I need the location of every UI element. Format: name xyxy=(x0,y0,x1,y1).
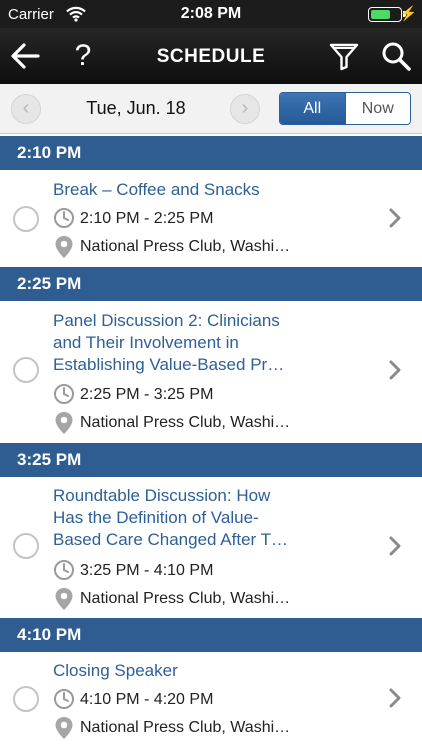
session-time: 2:10 PM - 2:25 PM xyxy=(80,210,214,227)
session-item[interactable]: Roundtable Discussion: How Has the Defin… xyxy=(0,477,422,618)
session-title-line: Roundtable Discussion: How xyxy=(53,486,271,505)
filter-icon[interactable] xyxy=(328,40,360,72)
session-time: 2:25 PM - 3:25 PM xyxy=(80,386,214,403)
session-location: National Press Club, Washi… xyxy=(80,414,291,431)
select-radio[interactable] xyxy=(13,686,39,712)
chevron-right-icon xyxy=(388,208,402,228)
clock-icon xyxy=(53,688,75,710)
location-pin-icon xyxy=(53,587,75,610)
session-time: 3:25 PM - 4:10 PM xyxy=(80,562,214,579)
status-bar: Carrier 2:08 PM ⚡ xyxy=(0,0,422,28)
session-title-line: Panel Discussion 2: Clinicians xyxy=(53,311,280,330)
battery-icon xyxy=(368,7,402,22)
select-radio[interactable] xyxy=(13,357,39,383)
chevron-right-icon xyxy=(388,360,402,380)
session-location: National Press Club, Washi… xyxy=(80,719,291,736)
charging-bolt-icon: ⚡ xyxy=(399,5,417,21)
filter-all-button[interactable]: All xyxy=(280,93,345,124)
current-date: Tue, Jun. 18 xyxy=(86,98,186,118)
chevron-right-icon xyxy=(388,536,402,556)
clock-icon xyxy=(53,383,75,405)
clock-icon xyxy=(53,207,75,229)
session-item[interactable]: Break – Coffee and Snacks 2:10 PM - 2:25… xyxy=(0,170,422,266)
next-day-button[interactable]: › xyxy=(230,94,260,124)
session-item[interactable]: Closing Speaker 4:10 PM - 4:20 PM Nation… xyxy=(0,652,422,750)
nav-bar: ? SCHEDULE xyxy=(0,28,422,84)
session-location: National Press Club, Washi… xyxy=(80,238,291,255)
session-title-line: Establishing Value-Based Pr… xyxy=(53,355,285,374)
session-location: National Press Club, Washi… xyxy=(80,590,291,607)
section-header: 2:25 PM xyxy=(0,267,422,301)
section-header: 4:10 PM xyxy=(0,618,422,652)
clock-icon xyxy=(53,559,75,581)
session-title-line: Has the Definition of Value- xyxy=(53,508,259,527)
session-title-line: Based Care Changed After T… xyxy=(53,530,288,549)
location-pin-icon xyxy=(53,235,75,258)
section-header: 3:25 PM xyxy=(0,443,422,477)
session-title: Break – Coffee and Snacks xyxy=(53,180,260,199)
previous-day-button[interactable]: ‹ xyxy=(11,94,41,124)
session-time: 4:10 PM - 4:20 PM xyxy=(80,691,214,708)
status-time: 2:08 PM xyxy=(180,5,242,22)
chevron-right-icon xyxy=(388,688,402,708)
location-pin-icon xyxy=(53,716,75,739)
filter-now-button[interactable]: Now xyxy=(344,93,410,124)
section-header: 2:10 PM xyxy=(0,136,422,170)
time-filter-segmented-control: All Now xyxy=(279,92,411,125)
session-item[interactable]: Panel Discussion 2: Clinicians and Their… xyxy=(0,301,422,442)
search-icon[interactable] xyxy=(380,40,412,72)
select-radio[interactable] xyxy=(13,533,39,559)
location-pin-icon xyxy=(53,411,75,434)
session-title: Closing Speaker xyxy=(53,661,178,680)
session-title-line: and Their Involvement in xyxy=(53,333,239,352)
select-radio[interactable] xyxy=(13,206,39,232)
